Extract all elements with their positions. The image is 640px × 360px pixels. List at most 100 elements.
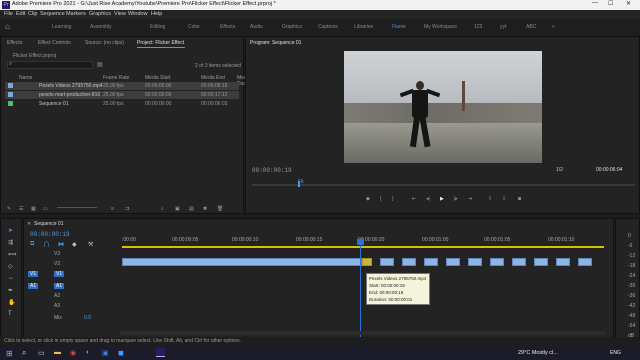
search-icon[interactable]: ⌕ [22,348,26,358]
tab-effect-controls[interactable]: Effect Controls [38,40,71,46]
pencil-icon[interactable]: ✎ [7,206,11,212]
v1-clip-flicker[interactable] [362,258,372,266]
workspace-overflow-icon[interactable]: » [552,24,555,30]
go-to-in-icon[interactable]: ⇤ [412,196,416,202]
v1-clip[interactable] [424,258,438,266]
linked-selection-icon[interactable]: ⧓ [58,241,64,248]
program-timecode[interactable]: 00:00:00:19 [252,167,292,174]
workspace-abc[interactable]: ABC [526,24,536,30]
mix-value[interactable]: 0.0 [84,315,91,321]
snap-icon[interactable]: ⋂ [44,241,49,248]
workspace-yyt[interactable]: yyt [500,24,506,30]
workspace-captions[interactable]: Captions [318,24,338,30]
menu-sequence[interactable]: Sequence [40,11,65,17]
work-area-bar[interactable] [122,246,604,248]
slip-tool-icon[interactable]: ↔ [8,275,14,281]
workspace-learning[interactable]: Learning [52,24,71,30]
timeline-tab[interactable]: Sequence 01 [34,221,63,227]
close-button[interactable]: ✕ [626,0,631,7]
lift-icon[interactable]: ⇪ [488,196,492,202]
menu-graphics[interactable]: Graphics [89,11,111,17]
selection-tool-icon[interactable]: ➤ [8,227,13,234]
program-tab[interactable]: Program: Sequence 01 [250,40,301,46]
v1-clip[interactable] [490,258,504,266]
pen-tool-icon[interactable]: ✒ [8,287,13,294]
menu-clip[interactable]: Clip [28,11,37,17]
photoshop-icon[interactable]: ◼ [118,349,124,357]
v1-clip[interactable] [556,258,570,266]
workspace-assembly[interactable]: Assembly [90,24,112,30]
track-select-icon[interactable]: ⇶ [8,239,13,246]
tab-project[interactable]: Project: Flicker Effect [137,40,184,46]
step-forward-icon[interactable]: |▸ [454,196,458,202]
tab-source[interactable]: Source: (no clips) [85,40,124,46]
program-scrubber[interactable] [252,184,635,186]
mark-in-icon[interactable]: { [380,196,382,202]
track-label-v2[interactable]: V2 [54,261,60,267]
freeform-view-icon[interactable]: ▭ [43,206,48,212]
ripple-edit-icon[interactable]: ⟺ [8,251,17,258]
track-label-a3[interactable]: A3 [54,303,60,309]
menu-file[interactable]: File [4,11,13,17]
workspace-effects[interactable]: Effects [220,24,235,30]
icon-view-icon[interactable]: ▦ [31,206,36,212]
language-indicator[interactable]: ENG [610,350,621,356]
program-playhead[interactable] [298,181,300,187]
find-icon[interactable]: ⌕ [161,206,164,212]
extract-icon[interactable]: ⇩ [502,196,506,202]
v1-clip[interactable] [446,258,460,266]
new-bin-icon[interactable]: ▤ [97,61,103,68]
v1-clip[interactable] [380,258,394,266]
workspace-color[interactable]: Color [188,24,200,30]
close-tab-icon[interactable]: ✕ [27,221,31,227]
word-icon[interactable]: ▣ [102,349,109,357]
v1-clip[interactable] [578,258,592,266]
delete-icon[interactable]: 🗑 [217,206,223,212]
workspace-graphics[interactable]: Graphics [282,24,302,30]
sort-icon[interactable]: ≡ [111,206,114,212]
workspace-my-workspace[interactable]: My Workspace [424,24,457,30]
workspace-123[interactable]: 123 [474,24,482,30]
menu-view[interactable]: View [114,11,126,17]
v1-clip[interactable] [402,258,416,266]
v1-clip-main[interactable] [122,258,362,266]
col-name[interactable]: Name [19,75,32,81]
track-label-a2[interactable]: A2 [54,293,60,299]
task-view-icon[interactable]: ▭ [38,349,45,357]
track-label-v1[interactable]: V1 [54,271,65,277]
home-icon[interactable]: ⌂ [5,22,10,31]
clear-button[interactable]: ✖ [203,206,207,212]
source-patch-a1[interactable]: A1 [28,283,39,289]
project-row[interactable]: pexels-mart-production-816 25.00 fps 00:… [5,91,239,99]
project-search-input[interactable] [7,61,93,69]
step-back-icon[interactable]: ◂| [426,196,430,202]
project-row[interactable]: Pexels Videos 2795750.mp4 25.00 fps 00:0… [5,82,239,90]
type-tool-icon[interactable]: T [8,311,12,317]
tab-effects[interactable]: Effects [7,40,22,46]
menu-markers[interactable]: Markers [66,11,86,17]
list-view-icon[interactable]: ☰ [19,206,23,212]
add-marker-icon[interactable]: ◆ [72,241,77,248]
export-frame-icon[interactable]: ◙ [518,196,521,202]
playhead-handle[interactable] [357,239,364,245]
settings-wrench-icon[interactable]: ⚒ [88,241,93,248]
play-icon[interactable]: ▶ [440,196,444,202]
timeline-timecode[interactable]: 00:00:00:19 [30,231,70,238]
timeline-playhead[interactable] [360,239,361,339]
workspace-flame[interactable]: Flame [392,24,406,30]
workspace-libraries[interactable]: Libraries [354,24,373,30]
new-item-button[interactable]: ▤ [189,206,194,212]
v1-clip[interactable] [468,258,482,266]
project-row[interactable]: Sequence 01 25.00 fps 00:00:00:00 00:00:… [5,100,239,108]
v1-clip[interactable] [534,258,548,266]
menu-window[interactable]: Window [128,11,148,17]
track-label-a1[interactable]: A1 [54,283,65,289]
scale-dropdown[interactable]: 1/2 [556,167,563,173]
col-media-end[interactable]: Media End [201,75,225,81]
premiere-taskbar-icon[interactable] [156,348,165,357]
col-frame-rate[interactable]: Frame Rate [103,75,129,81]
zoom-slider[interactable] [57,207,97,208]
source-patch-v1[interactable]: V1 [28,271,39,277]
automate-icon[interactable]: ⇉ [125,206,129,212]
razor-tool-icon[interactable]: ◇ [8,263,13,270]
